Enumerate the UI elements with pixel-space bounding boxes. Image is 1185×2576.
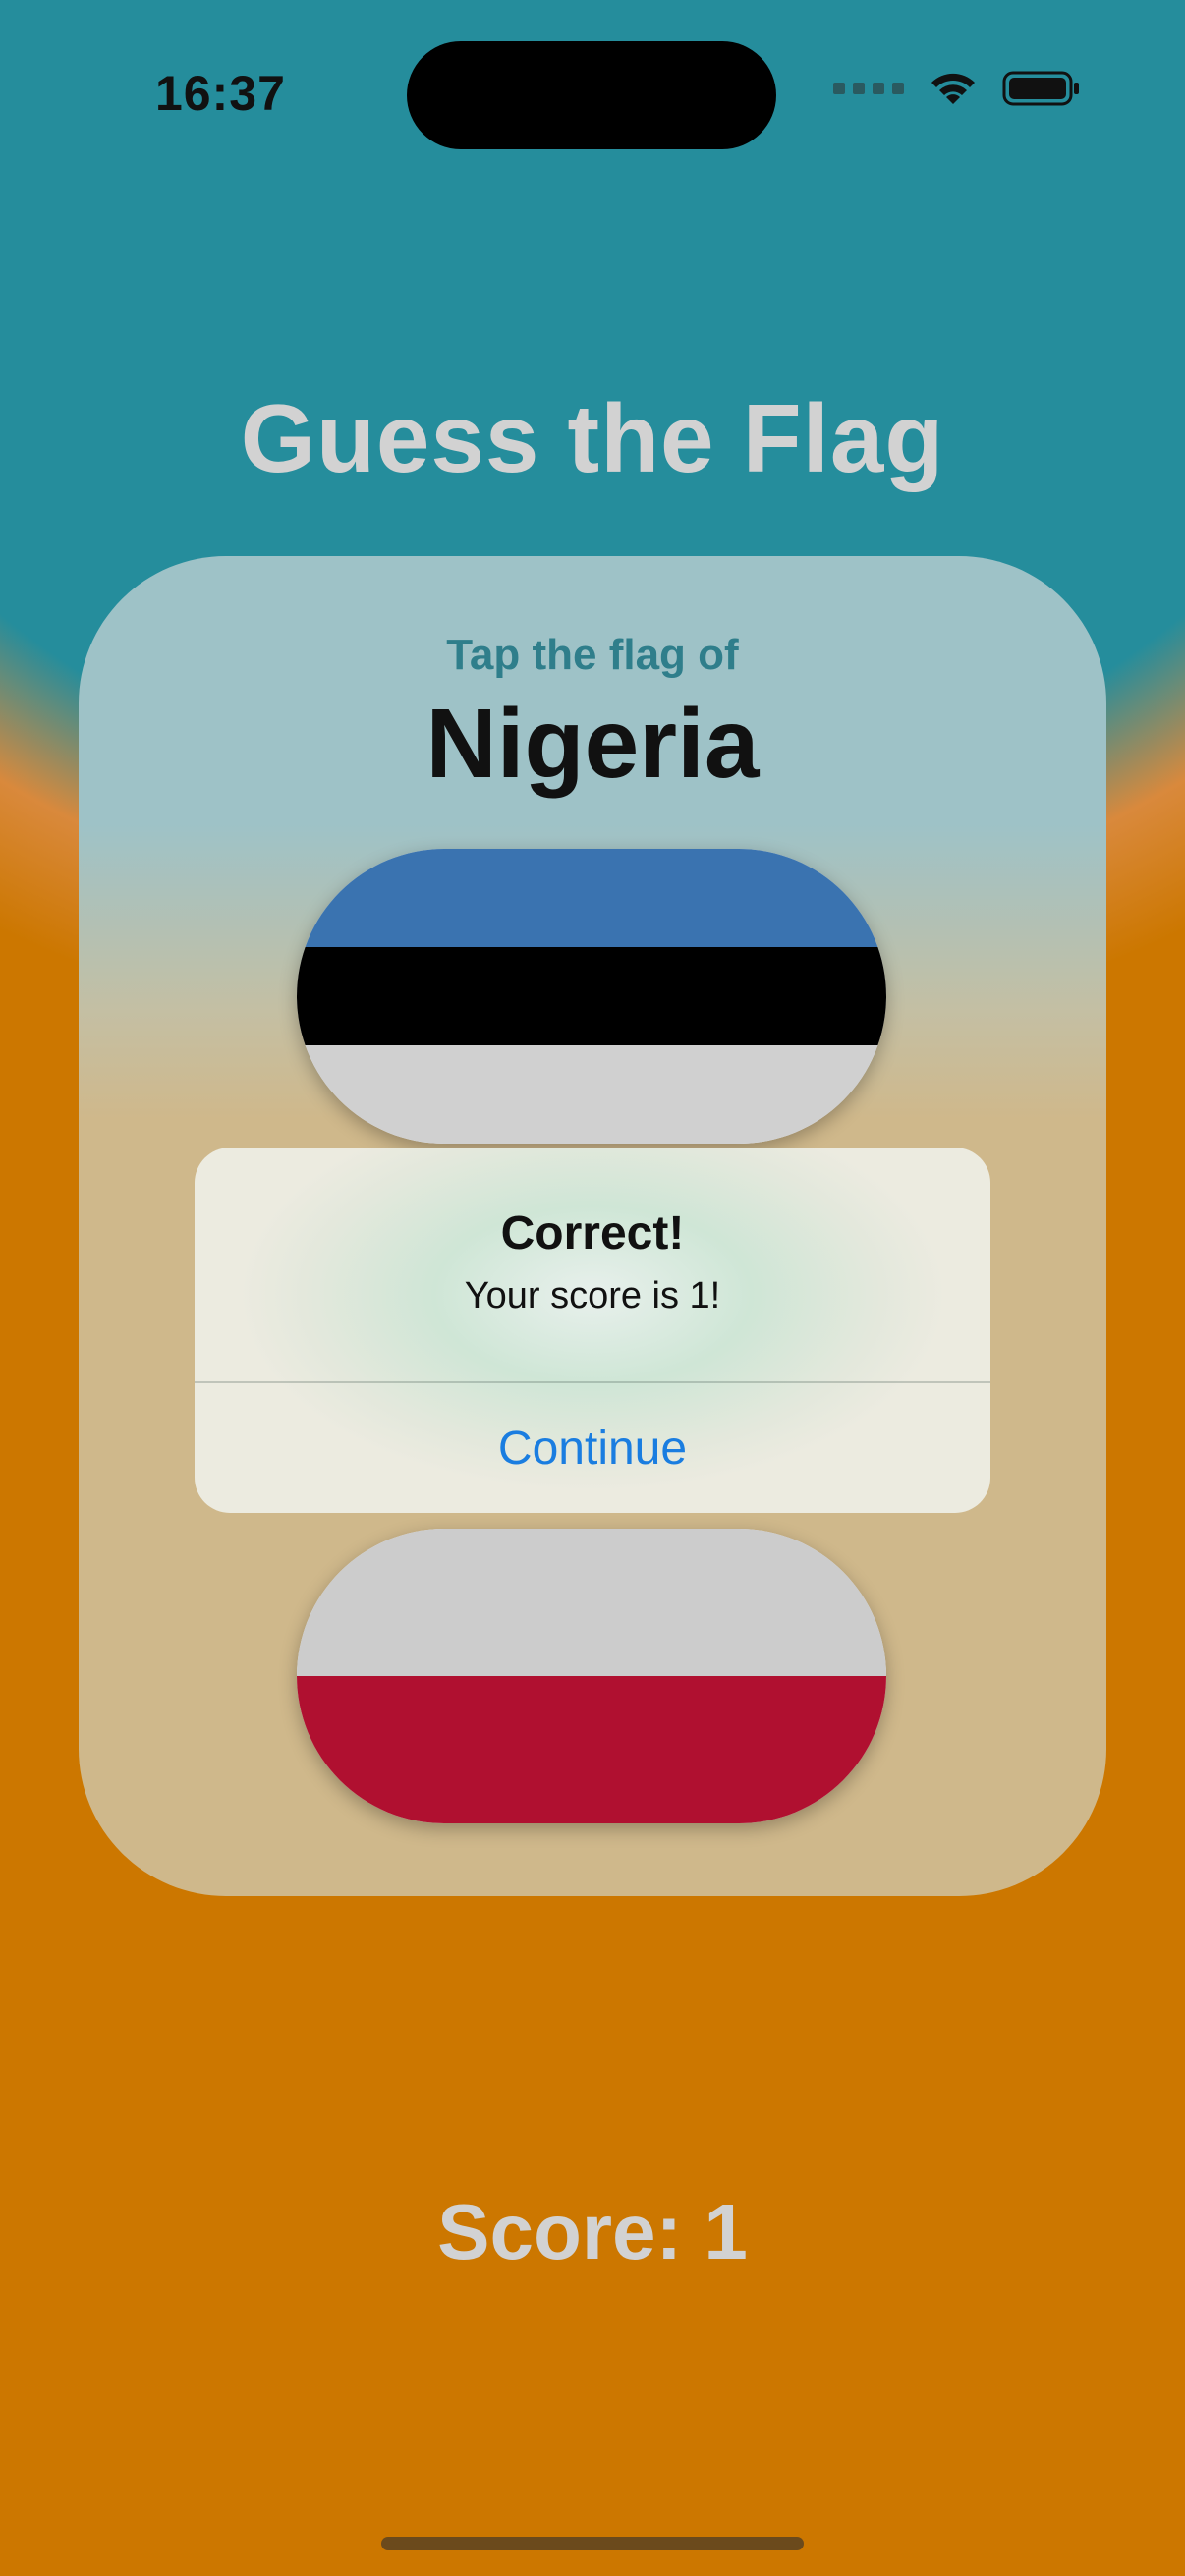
flag-stripe (297, 1045, 886, 1144)
alert-message: Your score is 1! (464, 1275, 721, 1316)
continue-button[interactable]: Continue (195, 1383, 990, 1513)
app-title: Guess the Flag (240, 384, 945, 492)
flag-stripe (297, 1676, 886, 1823)
prompt-label: Tap the flag of (446, 631, 739, 679)
status-bar-indicators (833, 69, 1081, 108)
score-label: Score: 1 (437, 2188, 748, 2275)
flag-stripe (297, 947, 886, 1045)
home-indicator[interactable] (381, 2537, 804, 2550)
battery-icon (1002, 71, 1079, 106)
wifi-icon (931, 73, 975, 104)
flag-stripe (297, 1529, 886, 1676)
cellular-dots-icon (833, 83, 904, 94)
flag-stripe (297, 849, 886, 947)
flag-button-poland[interactable] (297, 1529, 886, 1823)
flag-button-estonia[interactable] (297, 849, 886, 1144)
alert-title: Correct! (500, 1207, 685, 1260)
status-bar-time: 16:37 (155, 66, 286, 121)
dynamic-island (407, 41, 776, 149)
score-alert-dialog: Correct! Your score is 1! Continue (195, 1148, 990, 1513)
target-country-label: Nigeria (425, 689, 760, 799)
